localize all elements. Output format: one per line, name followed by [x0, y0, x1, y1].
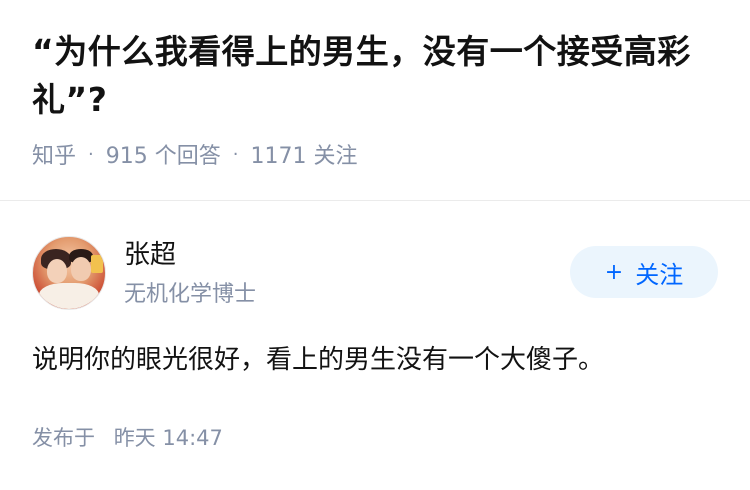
question-title[interactable]: “为什么我看得上的男生，没有一个接受高彩礼”?	[32, 28, 722, 124]
avatar-face-right	[71, 257, 91, 281]
author-bio: 无机化学博士	[124, 282, 257, 307]
section-divider	[0, 200, 750, 201]
question-meta: 知乎 · 915 个回答 · 1171 关注	[32, 138, 722, 170]
avatar-body	[39, 283, 99, 309]
follow-label: 关注	[635, 260, 684, 289]
plus-icon: +	[604, 259, 624, 285]
separator-dot: ·	[88, 143, 94, 165]
published-time: 昨天 14:47	[113, 426, 223, 450]
avatar-face-left	[47, 259, 67, 283]
author-card: 张超 无机化学博士 + 关注	[32, 232, 718, 312]
followers-count: 1171 关注	[250, 144, 358, 169]
source-label[interactable]: 知乎	[32, 138, 76, 170]
answers-count[interactable]: 915 个回答	[106, 138, 221, 170]
avatar-badge	[91, 255, 103, 273]
author-name[interactable]: 张超	[124, 234, 176, 271]
answer-content: 说明你的眼光很好，看上的男生没有一个大傻子。	[32, 345, 605, 375]
follow-button[interactable]: + 关注	[570, 246, 718, 298]
question-header: “为什么我看得上的男生，没有一个接受高彩礼”? 知乎 · 915 个回答 · 1…	[32, 28, 722, 170]
published-prefix: 发布于	[32, 426, 95, 450]
separator-dot: ·	[232, 143, 239, 165]
avatar[interactable]	[32, 236, 106, 310]
answer-timestamp: 发布于 昨天 14:47	[32, 422, 223, 452]
